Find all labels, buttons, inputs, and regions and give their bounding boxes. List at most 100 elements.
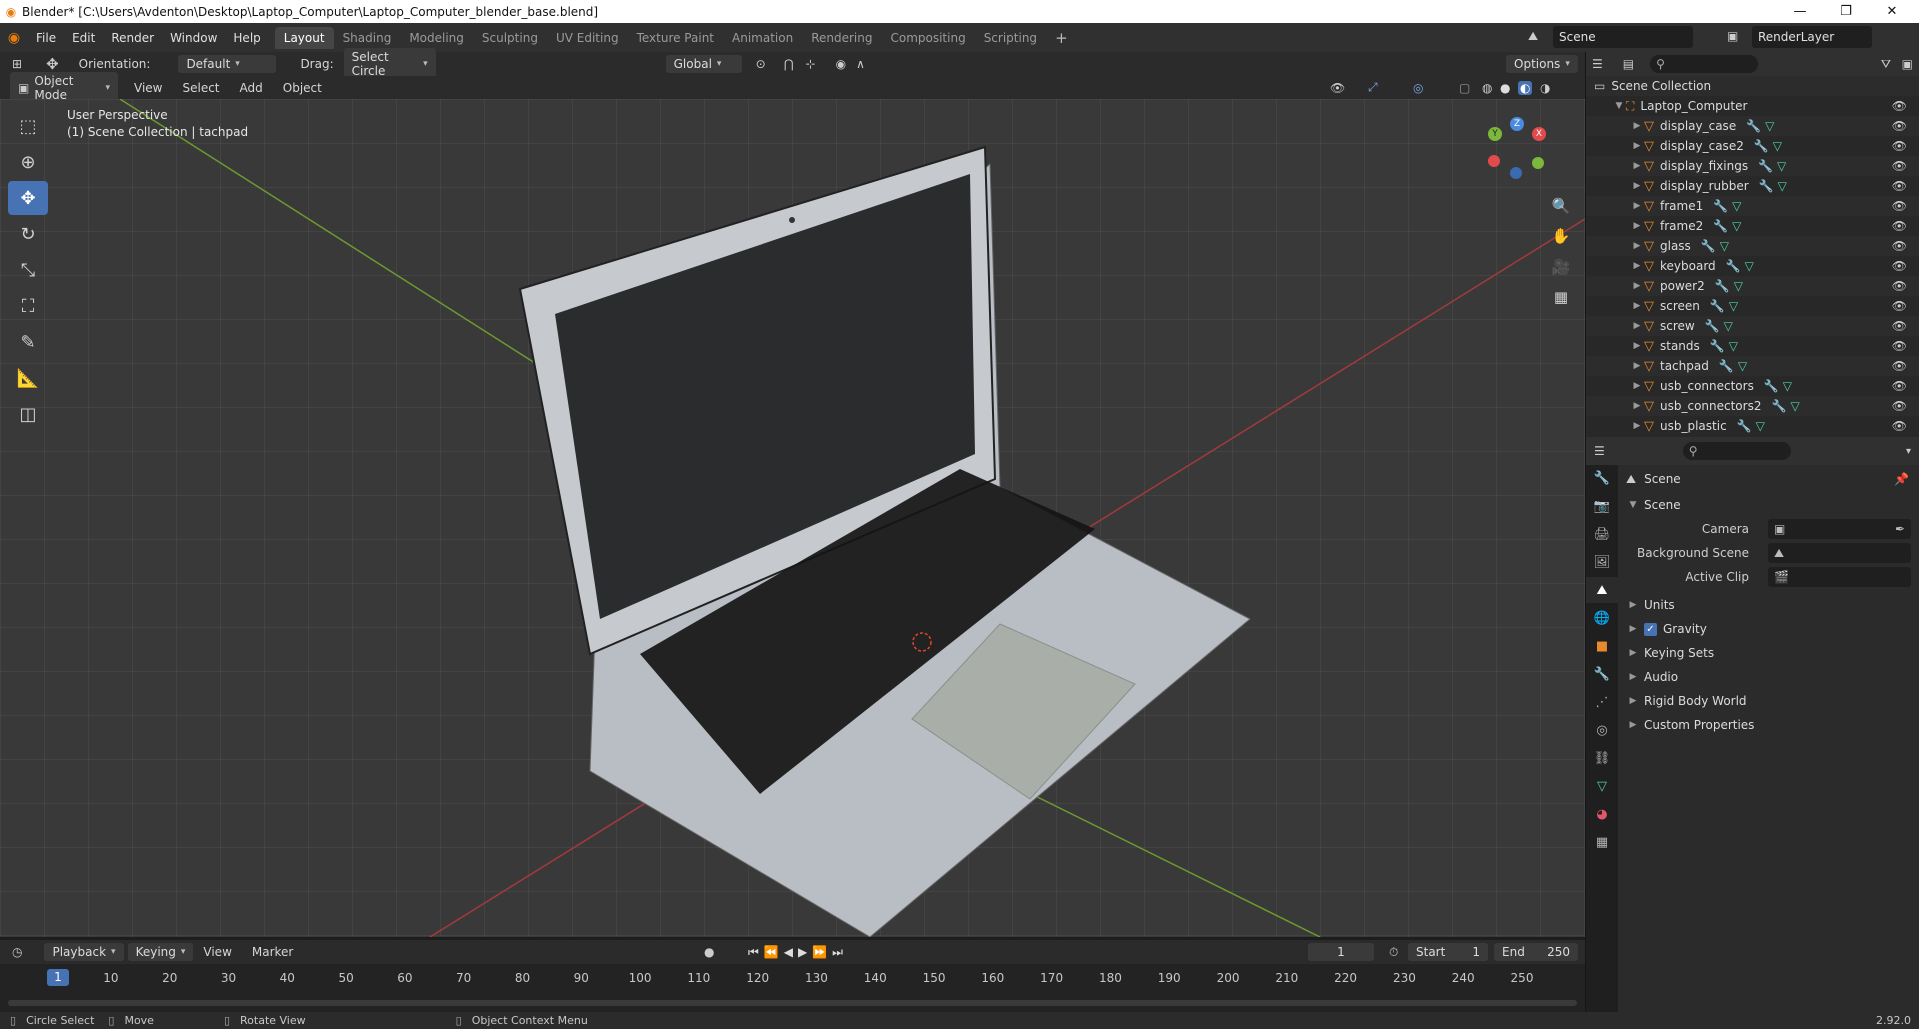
cursor-tool-icon[interactable]: ⊕	[8, 145, 48, 179]
proportional-edit-icon[interactable]: ◉	[836, 57, 846, 71]
panel-custom-properties[interactable]: ▶ Custom Properties	[1618, 713, 1919, 737]
menu-file[interactable]: File	[28, 31, 64, 45]
outliner-row-usb-plastic[interactable]: ▶ ▽ usb_plastic 🔧 ▽ 👁	[1586, 416, 1919, 436]
expand-arrow-icon[interactable]: ▶	[1626, 648, 1640, 658]
playback-controls[interactable]: ⏮⏪◀▶⏩⏭	[748, 945, 848, 960]
orientation-dropdown[interactable]: Default ▾	[178, 55, 277, 73]
expand-arrow-icon[interactable]: ▶	[1630, 301, 1644, 311]
eye-icon[interactable]: 👁	[1892, 399, 1907, 413]
menu-edit[interactable]: Edit	[64, 31, 103, 45]
move-tool-button-icon[interactable]: ✥	[8, 181, 48, 215]
constraints-tab-icon[interactable]: ⛓	[1586, 745, 1618, 771]
eye-icon[interactable]: 👁	[1892, 139, 1907, 153]
maximize-button[interactable]: ❐	[1823, 0, 1869, 23]
mesh-data-icon[interactable]: ▽	[1732, 219, 1741, 233]
outliner-row-screw[interactable]: ▶ ▽ screw 🔧 ▽ 👁	[1586, 316, 1919, 336]
render-tab-icon[interactable]: 📷	[1586, 493, 1618, 519]
panel-units[interactable]: ▶ Units	[1618, 593, 1919, 617]
outliner-row-display-case[interactable]: ▶ ▽ display_case 🔧 ▽ 👁	[1586, 116, 1919, 136]
mesh-data-icon[interactable]: ▽	[1738, 359, 1747, 373]
expand-arrow-icon[interactable]: ▶	[1630, 401, 1644, 411]
rotate-tool-icon[interactable]: ↻	[8, 217, 48, 251]
rendered-shading-icon[interactable]: ◑	[1540, 81, 1550, 95]
eye-icon[interactable]: 👁	[1892, 319, 1907, 333]
expand-arrow-icon[interactable]: ▶	[1630, 201, 1644, 211]
modifier-icon[interactable]: 🔧	[1713, 199, 1728, 213]
modifier-icon[interactable]: 🔧	[1754, 139, 1769, 153]
pin-icon[interactable]: 📌	[1894, 472, 1909, 486]
eye-icon[interactable]: 👁	[1892, 159, 1907, 173]
scene-tab-icon[interactable]: ⛰	[1586, 577, 1618, 603]
add-cube-tool-icon[interactable]: ◫	[8, 397, 48, 431]
outliner-row-screen[interactable]: ▶ ▽ screen 🔧 ▽ 👁	[1586, 296, 1919, 316]
keying-menu[interactable]: Keying ▾	[127, 943, 194, 961]
clock-icon[interactable]: ⏱	[1389, 945, 1398, 960]
modifier-icon[interactable]: 🔧	[1701, 239, 1716, 253]
minimize-button[interactable]: —	[1777, 0, 1823, 23]
neg-x-axis-gizmo[interactable]	[1488, 155, 1500, 167]
tab-modeling[interactable]: Modeling	[400, 27, 473, 49]
world-tab-icon[interactable]: 🌐	[1586, 605, 1618, 631]
mesh-data-icon[interactable]: ▽	[1734, 279, 1743, 293]
modifier-icon[interactable]: 🔧	[1705, 319, 1720, 333]
view-layer-tab-icon[interactable]: 🖼	[1586, 549, 1618, 575]
expand-arrow-icon[interactable]: ▶	[1630, 361, 1644, 371]
overlay-icon[interactable]: ◎	[1413, 81, 1423, 95]
transform-orientation-dropdown[interactable]: Global ▾	[665, 55, 742, 73]
tab-animation[interactable]: Animation	[723, 27, 802, 49]
outliner-row-frame1[interactable]: ▶ ▽ frame1 🔧 ▽ 👁	[1586, 196, 1919, 216]
viewport-menu-select[interactable]: Select	[172, 81, 229, 95]
eye-icon[interactable]: 👁	[1892, 259, 1907, 273]
viewport-menu-add[interactable]: Add	[230, 81, 273, 95]
modifier-icon[interactable]: 🔧	[1764, 379, 1779, 393]
panel-gravity[interactable]: ▶ ✓ Gravity	[1618, 617, 1919, 641]
pivot-point-icon[interactable]: ⊙	[756, 57, 766, 71]
menu-render[interactable]: Render	[103, 31, 162, 45]
panel-audio[interactable]: ▶ Audio	[1618, 665, 1919, 689]
outliner-row-display-case2[interactable]: ▶ ▽ display_case2 🔧 ▽ 👁	[1586, 136, 1919, 156]
z-axis-gizmo[interactable]: Z	[1510, 117, 1524, 131]
timeline-ruler[interactable]: 1 10 20 30 40 50 60 70 80 90 100 110 120 130 140 150 160…	[0, 964, 1585, 990]
editor-type-icon[interactable]: ⊞	[12, 57, 22, 71]
camera-field[interactable]: ▣ ✒	[1768, 519, 1911, 539]
expand-arrow-icon[interactable]: ▶	[1630, 381, 1644, 391]
eye-icon[interactable]: 👁	[1892, 379, 1907, 393]
expand-arrow-icon[interactable]: ▼	[1626, 500, 1640, 510]
modifier-icon[interactable]: 🔧	[1715, 279, 1730, 293]
y-axis-gizmo[interactable]: Y	[1488, 127, 1502, 141]
expand-arrow-icon[interactable]: ▶	[1630, 421, 1644, 431]
background-scene-field[interactable]: ⛰	[1768, 543, 1911, 563]
eye-icon[interactable]: 👁	[1892, 419, 1907, 433]
expand-arrow-icon[interactable]: ▶	[1630, 281, 1644, 291]
playback-menu[interactable]: Playback ▾	[44, 943, 124, 961]
outliner-row-tachpad[interactable]: ▶ ▽ tachpad 🔧 ▽ 👁	[1586, 356, 1919, 376]
options-dropdown[interactable]: Options ▾	[1506, 55, 1578, 73]
new-collection-icon[interactable]: ▣	[1902, 57, 1913, 71]
eye-icon[interactable]: 👁	[1892, 199, 1907, 213]
mesh-data-icon[interactable]: ▽	[1729, 339, 1738, 353]
neg-z-axis-gizmo[interactable]	[1510, 167, 1522, 179]
material-shading-icon[interactable]: ◐	[1518, 80, 1533, 95]
mesh-data-icon[interactable]: ▽	[1790, 399, 1799, 413]
solid-shading-icon[interactable]: ●	[1500, 81, 1510, 95]
end-frame-field[interactable]: End 250	[1494, 943, 1578, 961]
mesh-data-icon[interactable]: ▽	[1778, 179, 1787, 193]
display-mode-icon[interactable]: ▤	[1623, 57, 1634, 71]
expand-arrow-icon[interactable]: ▼	[1612, 101, 1626, 111]
expand-arrow-icon[interactable]: ▶	[1630, 241, 1644, 251]
tab-uv-editing[interactable]: UV Editing	[547, 27, 628, 49]
mesh-data-icon[interactable]: ▽	[1724, 319, 1733, 333]
outliner-row-display-fixings[interactable]: ▶ ▽ display_fixings 🔧 ▽ 👁	[1586, 156, 1919, 176]
tab-texture-paint[interactable]: Texture Paint	[628, 27, 723, 49]
expand-arrow-icon[interactable]: ▶	[1626, 600, 1640, 610]
timeline-editor-icon[interactable]: ◷	[12, 945, 22, 959]
pan-hand-icon[interactable]: ✋	[1548, 223, 1574, 249]
navigation-gizmo[interactable]: Z Y X	[1488, 117, 1552, 181]
eye-icon[interactable]: 👁	[1892, 119, 1907, 133]
viewport-menu-view[interactable]: View	[124, 81, 172, 95]
modifier-tab-icon[interactable]: 🔧	[1586, 661, 1618, 687]
modifier-icon[interactable]: 🔧	[1746, 119, 1761, 133]
expand-arrow-icon[interactable]: ▶	[1626, 672, 1640, 682]
scene-icon[interactable]: ⛰	[1528, 29, 1538, 44]
physics-tab-icon[interactable]: ◎	[1586, 717, 1618, 743]
